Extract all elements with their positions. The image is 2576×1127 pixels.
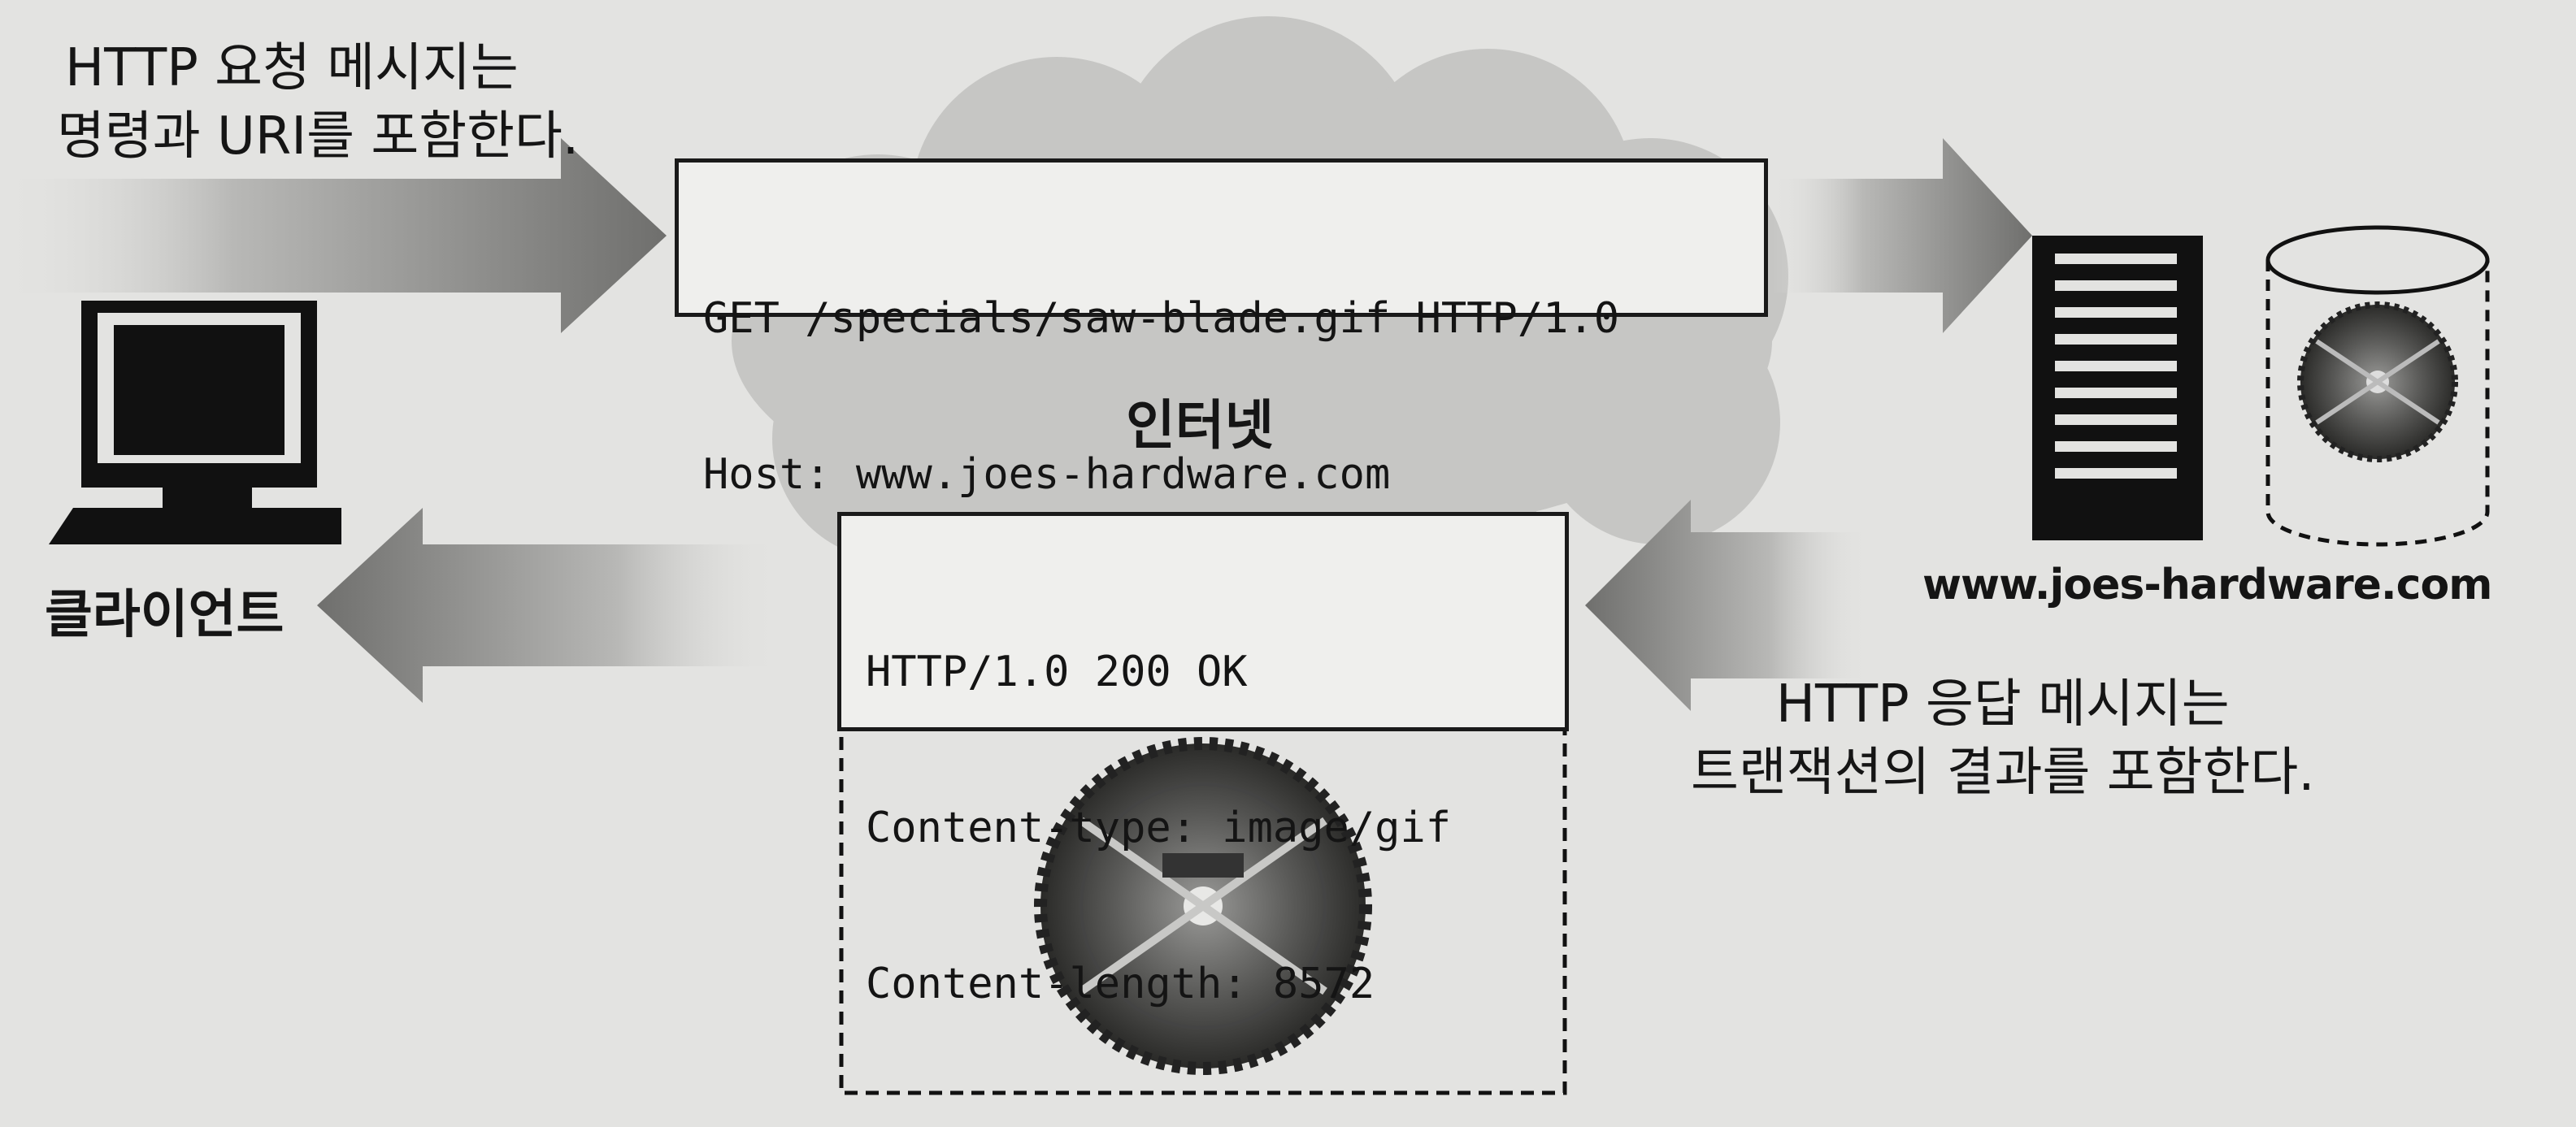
request-line: GET /specials/saw-blade.gif HTTP/1.0	[703, 294, 1620, 343]
request-message-box: GET /specials/saw-blade.gif HTTP/1.0 Hos…	[675, 158, 1768, 499]
response-caption-line2: 트랜잭션의 결과를 포함한다.	[1691, 743, 2315, 803]
request-arrow-right	[1772, 138, 2032, 333]
response-caption: HTTP 응답 메시지는 트랜잭션의 결과를 포함한다.	[1691, 670, 2315, 807]
internet-label: 인터넷	[1126, 394, 1275, 457]
client-label: 클라이언트	[45, 585, 285, 645]
server-icon	[2032, 236, 2203, 540]
request-caption-line2: 명령과 URI를 포함한다.	[57, 106, 580, 167]
computer-icon	[49, 301, 341, 544]
server-label: www.joes-hardware.com	[1922, 561, 2492, 609]
response-message-box: HTTP/1.0 200 OK Content-type: image/gif …	[837, 512, 1569, 1008]
request-caption: HTTP 요청 메시지는 명령과 URI를 포함한다.	[57, 34, 579, 171]
response-caption-line1: HTTP 응답 메시지는	[1775, 674, 2230, 735]
request-caption-line1: HTTP 요청 메시지는	[65, 38, 519, 98]
response-header-content-type: Content-type: image/gif	[866, 804, 1452, 852]
saw-blade-icon	[2297, 301, 2458, 462]
response-header-content-length: Content-length: 8572	[866, 960, 1375, 1008]
response-status-line: HTTP/1.0 200 OK	[866, 648, 1248, 696]
